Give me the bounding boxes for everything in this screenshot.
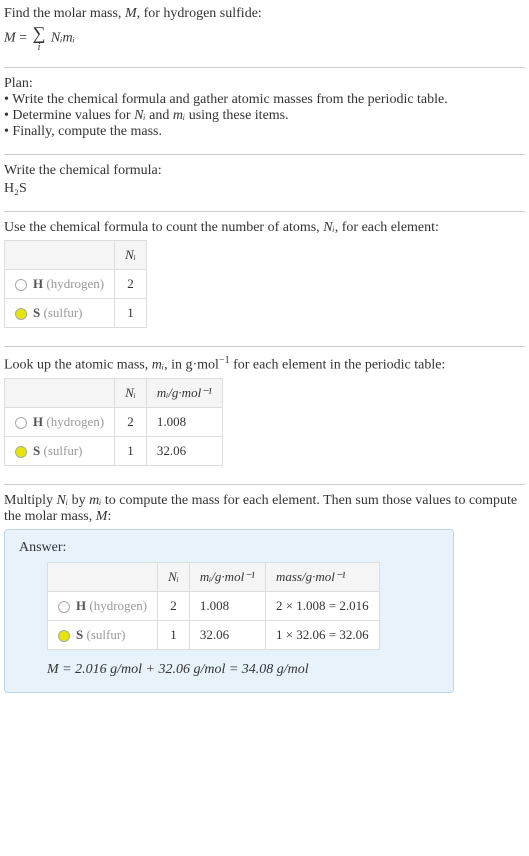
final-answer: M = 2.016 g/mol + 32.06 g/mol = 34.08 g/… [47, 662, 439, 678]
empty-header [48, 562, 158, 591]
multiply-section: Multiply Nᵢ by mᵢ to compute the mass fo… [4, 491, 525, 701]
answer-label: Answer: [19, 540, 439, 556]
answer-table: Nᵢ mᵢ/g·mol⁻¹ mass/g·mol⁻¹ H (hydrogen) … [47, 562, 380, 650]
eq-eq: = [16, 31, 31, 46]
empty-header [5, 241, 115, 270]
sulfur-icon [15, 305, 33, 320]
cell-n: 2 [115, 270, 147, 299]
table-row: S (sulfur) 1 32.06 [5, 436, 223, 465]
eq-M: M [4, 31, 16, 46]
var-M: M [125, 6, 137, 21]
table-row: H (hydrogen) 2 [5, 270, 147, 299]
divider [4, 211, 525, 212]
table-row: H (hydrogen) 2 1.008 [5, 407, 223, 436]
plan-section: Plan: • Write the chemical formula and g… [4, 74, 525, 148]
multiply-title: Multiply Nᵢ by mᵢ to compute the mass fo… [4, 493, 525, 525]
header-mass: mass/g·mol⁻¹ [265, 562, 379, 591]
header-m: mᵢ/g·mol⁻¹ [146, 378, 222, 407]
lookup-table: Nᵢ mᵢ/g·mol⁻¹ H (hydrogen) 2 1.008 S (su… [4, 378, 223, 466]
empty-header [5, 378, 115, 407]
hydrogen-icon [15, 414, 33, 429]
sulfur-icon [58, 627, 76, 642]
formula-title: Write the chemical formula: [4, 163, 525, 179]
plan-bullet-2: • Determine values for Nᵢ and mᵢ using t… [4, 108, 525, 124]
hydrogen-icon [58, 598, 76, 613]
divider [4, 484, 525, 485]
table-row: H (hydrogen) 2 1.008 2 × 1.008 = 2.016 [48, 591, 380, 620]
table-row: S (sulfur) 1 [5, 299, 147, 328]
header-m: mᵢ/g·mol⁻¹ [189, 562, 265, 591]
equation: M = ∑i Nᵢmᵢ [4, 24, 525, 53]
intro-text2: , for hydrogen sulfide: [137, 6, 262, 21]
intro-section: Find the molar mass, M, for hydrogen sul… [4, 4, 525, 61]
lookup-section: Look up the atomic mass, mᵢ, in g·mol−1 … [4, 353, 525, 478]
formula-section: Write the chemical formula: H₂S [4, 161, 525, 205]
table-header-row: Nᵢ mᵢ/g·mol⁻¹ mass/g·mol⁻¹ [48, 562, 380, 591]
sigma-icon: ∑i [33, 24, 46, 53]
header-n: Nᵢ [115, 378, 147, 407]
sulfur-icon [15, 443, 33, 458]
formula-value: H₂S [4, 181, 525, 197]
plan-title: Plan: [4, 76, 525, 92]
intro-text: Find the molar mass, [4, 6, 125, 21]
hydrogen-icon [15, 276, 33, 291]
table-header-row: Nᵢ [5, 241, 147, 270]
plan-bullet-1: • Write the chemical formula and gather … [4, 92, 525, 108]
divider [4, 67, 525, 68]
divider [4, 154, 525, 155]
plan-bullet-3: • Finally, compute the mass. [4, 124, 525, 140]
intro-line: Find the molar mass, M, for hydrogen sul… [4, 6, 525, 22]
lookup-title: Look up the atomic mass, mᵢ, in g·mol−1 … [4, 355, 525, 374]
count-section: Use the chemical formula to count the nu… [4, 218, 525, 340]
count-title: Use the chemical formula to count the nu… [4, 220, 525, 236]
header-n: Nᵢ [115, 241, 147, 270]
header-n: Nᵢ [158, 562, 190, 591]
eq-term: Nᵢmᵢ [51, 31, 75, 46]
table-header-row: Nᵢ mᵢ/g·mol⁻¹ [5, 378, 223, 407]
table-row: S (sulfur) 1 32.06 1 × 32.06 = 32.06 [48, 620, 380, 649]
cell-n: 1 [115, 299, 147, 328]
count-table: Nᵢ H (hydrogen) 2 S (sulfur) 1 [4, 240, 147, 328]
answer-box: Answer: Nᵢ mᵢ/g·mol⁻¹ mass/g·mol⁻¹ H (hy… [4, 529, 454, 693]
divider [4, 346, 525, 347]
